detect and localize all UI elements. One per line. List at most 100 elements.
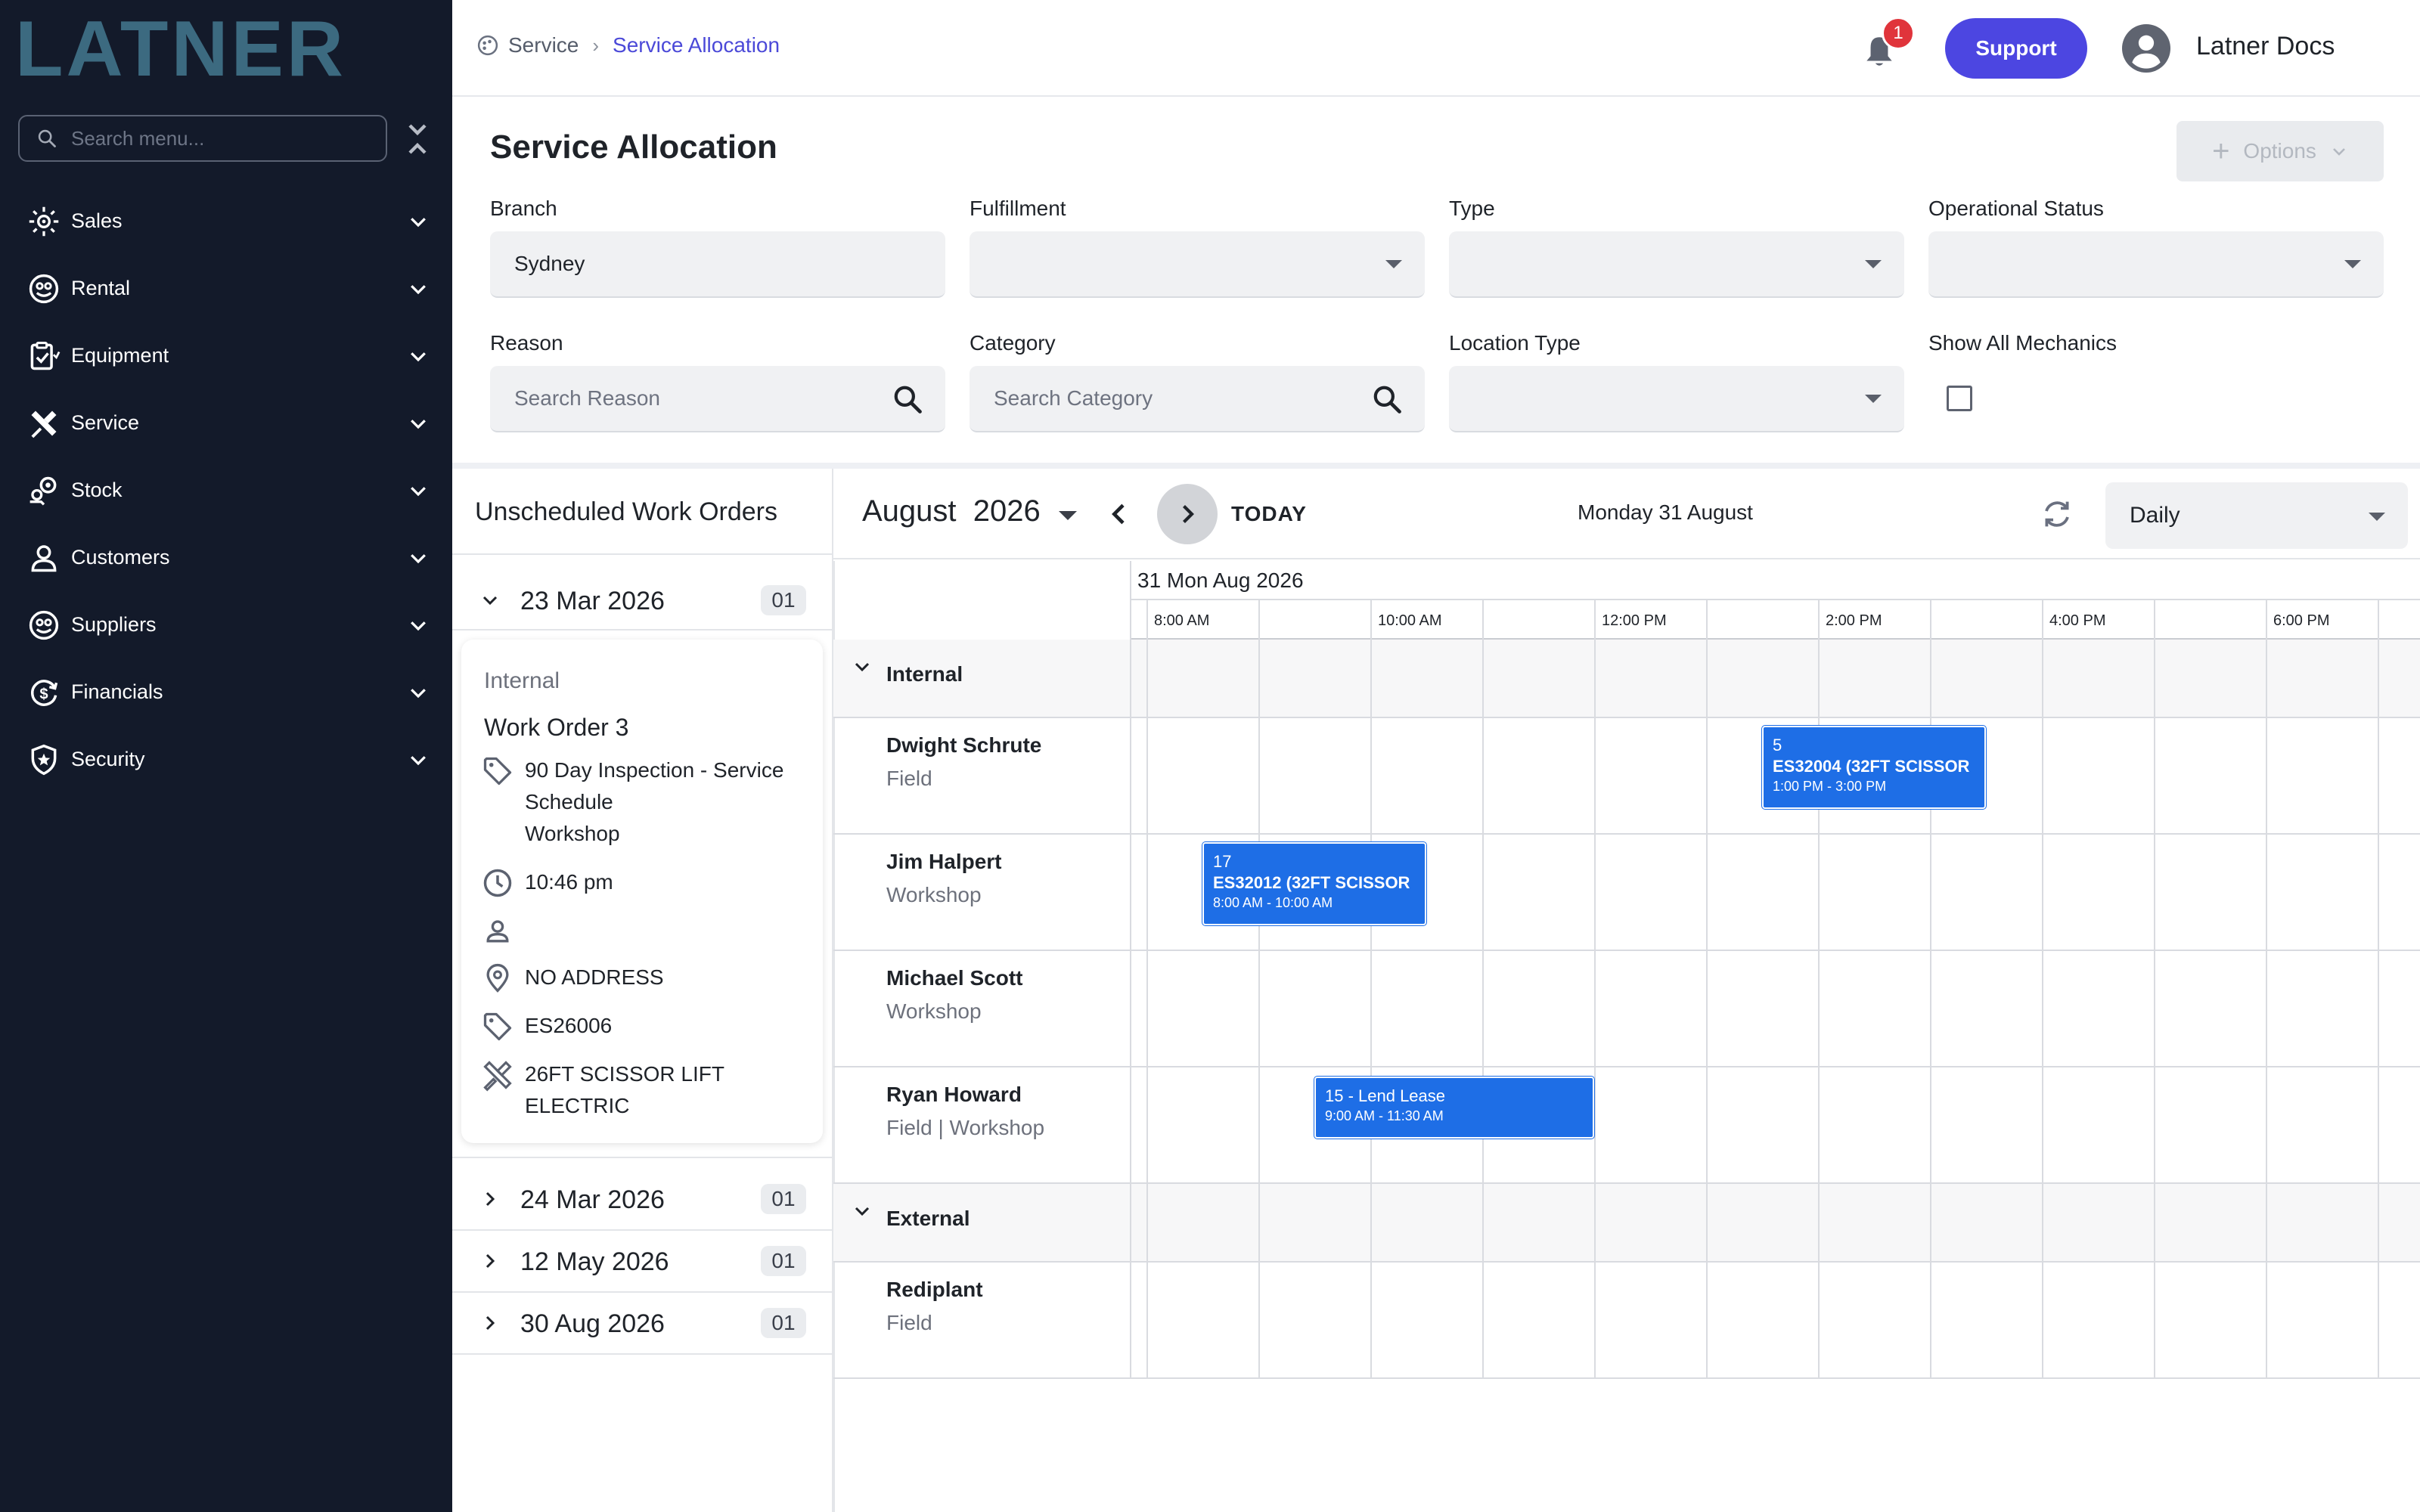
resource-column-divider [1130, 561, 1131, 1379]
divider [452, 629, 832, 631]
time-label: 2:00 PM [1826, 612, 1882, 629]
sidebar-item-label: Suppliers [71, 613, 157, 636]
sidebar-item-label: Customers [71, 546, 170, 569]
sidebar-item-stock[interactable]: Stock [0, 457, 452, 524]
resource-row[interactable]: Michael Scott Workshop [833, 951, 2420, 1067]
category-search-input[interactable]: Search Category [970, 366, 1425, 432]
reason-line: Schedule [525, 790, 613, 813]
unscheduled-group-header[interactable]: 30 Aug 2026 01 [452, 1293, 832, 1353]
resource-row[interactable]: Dwight Schrute Field [833, 718, 2420, 835]
chevron-right-icon [486, 1315, 495, 1331]
sidebar-item-suppliers[interactable]: Suppliers [0, 591, 452, 658]
resource-name: Ryan Howard [886, 1083, 1022, 1106]
today-button[interactable]: TODAY [1231, 502, 1307, 526]
hour-gridline [1818, 600, 1820, 1379]
event-equipment: ES32004 (32FT SCISSOR [1773, 757, 1970, 776]
event-title: 15 - Lend Lease [1325, 1086, 1446, 1105]
search-icon[interactable] [1370, 383, 1404, 416]
clock-icon [483, 869, 512, 897]
hour-gridline [2154, 600, 2155, 1379]
options-button[interactable]: + Options [2176, 121, 2384, 181]
tools-icon [483, 1061, 512, 1092]
work-order-reason: 90 Day Inspection - Service Schedule Wor… [481, 754, 783, 850]
support-button[interactable]: Support [1945, 18, 2087, 79]
unscheduled-group-header[interactable]: 24 Mar 2026 01 [452, 1169, 832, 1229]
type-label: Type [1449, 197, 1495, 220]
next-day-button[interactable] [1157, 484, 1218, 544]
unscheduled-title: Unscheduled Work Orders [475, 497, 777, 526]
user-avatar-icon[interactable] [2122, 24, 2170, 73]
divider [452, 1157, 832, 1158]
svg-text:$: $ [39, 686, 48, 702]
refresh-icon[interactable] [2039, 496, 2075, 532]
resource-row[interactable]: Ryan Howard Field | Workshop [833, 1067, 2420, 1184]
fulfillment-select[interactable] [970, 231, 1425, 298]
person-icon [486, 920, 509, 943]
divider [452, 1353, 832, 1355]
unscheduled-group-header[interactable]: 12 May 2026 01 [452, 1231, 832, 1291]
location-type-select[interactable] [1449, 366, 1904, 432]
latner-logo[interactable]: LATNER [15, 14, 424, 82]
breadcrumb-service[interactable]: Service [508, 33, 579, 57]
work-order-equipment: 26FT SCISSOR LIFT ELECTRIC [481, 1058, 724, 1122]
scheduler-grid: 31 Mon Aug 2026 8:00 AM 10:00 AM 12:00 PM 2… [833, 561, 2420, 1512]
sidebar-item-label: Equipment [71, 344, 169, 367]
sidebar-item-financials[interactable]: $ Financials [0, 658, 452, 726]
unscheduled-work-orders-panel: Unscheduled Work Orders 23 Mar 2026 01 I… [452, 469, 833, 1512]
month-year-selector[interactable]: August 2026 [862, 494, 1041, 528]
time-label: 8:00 AM [1154, 612, 1210, 629]
caret-down-icon [1865, 395, 1882, 403]
sidebar-item-equipment[interactable]: Equipment [0, 322, 452, 389]
equipment-code-text: ES26006 [525, 1014, 613, 1037]
work-order-card[interactable]: Internal Work Order 3 90 Day Inspection … [461, 640, 823, 1143]
resource-group-row[interactable]: Internal [833, 640, 2420, 718]
breadcrumb-service-allocation[interactable]: Service Allocation [613, 33, 780, 57]
sidebar-item-label: Financials [71, 680, 163, 703]
search-icon [38, 129, 56, 147]
chevron-right-icon [486, 1191, 495, 1207]
view-mode-select[interactable]: Daily [2105, 482, 2408, 549]
prev-day-button[interactable] [1104, 499, 1134, 529]
time-label: 10:00 AM [1378, 612, 1442, 629]
resource-group-row[interactable]: External [833, 1184, 2420, 1263]
show-all-mechanics-checkbox[interactable] [1947, 386, 1972, 411]
sidebar-item-service[interactable]: Service [0, 389, 452, 457]
scheduler-toolbar: August 2026 TODAY Monday 31 August Daily [833, 469, 2420, 559]
chevron-down-icon [411, 756, 426, 766]
sidebar-item-sales[interactable]: Sales [0, 187, 452, 255]
schedule-event[interactable]: 15 - Lend Lease 9:00 AM - 11:30 AM [1314, 1076, 1595, 1139]
unscheduled-group-header[interactable]: 23 Mar 2026 01 [452, 570, 832, 631]
chevron-down-icon [855, 662, 870, 672]
reason-search-input[interactable]: Search Reason [490, 366, 945, 432]
resource-type: Workshop [886, 999, 982, 1023]
breadcrumb: Service › Service Allocation [476, 33, 780, 57]
type-select[interactable] [1449, 231, 1904, 298]
event-equipment: ES32012 (32FT SCISSOR [1213, 873, 1410, 892]
group-count-badge: 01 [761, 1184, 806, 1214]
collapse-sidebar-icon[interactable] [404, 122, 431, 156]
group-date: 24 Mar 2026 [520, 1185, 665, 1214]
time-header: 8:00 AM 10:00 AM 12:00 PM 2:00 PM 4:00 PM 6:0… [1130, 600, 2420, 640]
resource-row[interactable]: Rediplant Field [833, 1263, 2420, 1379]
schedule-event[interactable]: 17 ES32012 (32FT SCISSOR 8:00 AM - 10:00 A… [1202, 841, 1427, 926]
shield-icon [31, 744, 57, 775]
operational-status-select[interactable] [1928, 231, 2384, 298]
sidebar-item-security[interactable]: Security [0, 726, 452, 793]
sidebar-item-rental[interactable]: Rental [0, 255, 452, 322]
resource-row[interactable]: Jim Halpert Workshop [833, 835, 2420, 951]
date-header: 31 Mon Aug 2026 [1130, 561, 2420, 600]
schedule-event[interactable]: 5 ES32004 (32FT SCISSOR 1:00 PM - 3:00 PM [1761, 725, 1987, 810]
menu-search-input[interactable]: Search menu... [18, 115, 387, 162]
work-order-equipment-code: ES26006 [481, 1010, 612, 1043]
branch-field[interactable]: Sydney [490, 231, 945, 298]
year-label: 2026 [973, 494, 1041, 528]
hour-gridline [1482, 600, 1484, 1379]
sidebar: LATNER Search menu... Sales Rental Equip… [0, 0, 452, 1512]
sidebar-item-customers[interactable]: Customers [0, 524, 452, 591]
user-name[interactable]: Latner Docs [2196, 32, 2335, 61]
sidebar-item-label: Rental [71, 277, 131, 299]
hour-gridline [2042, 600, 2043, 1379]
caret-down-icon[interactable] [1059, 511, 1077, 520]
search-icon[interactable] [891, 383, 924, 416]
chevron-right-icon: › [592, 33, 600, 57]
